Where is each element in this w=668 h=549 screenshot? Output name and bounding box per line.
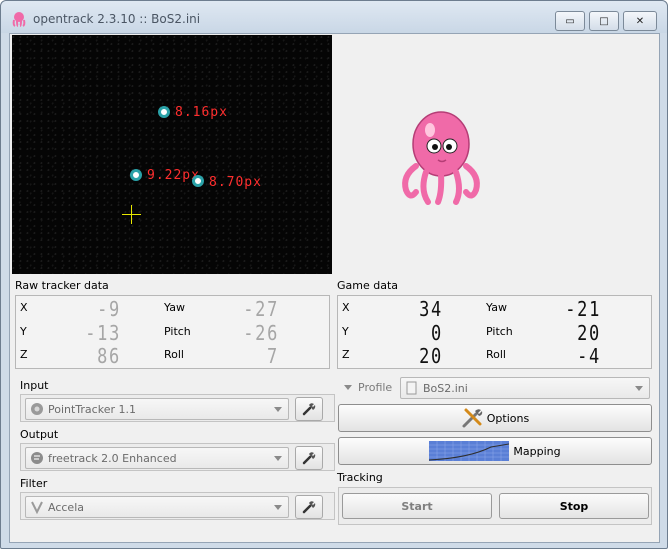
close-button[interactable]: ✕ <box>623 11 657 31</box>
close-icon: ✕ <box>635 15 645 27</box>
axis-label: Y <box>20 325 27 338</box>
axis-label: Roll <box>164 348 184 361</box>
profile-select-value: BoS2.ini <box>423 381 468 395</box>
accela-icon <box>31 501 43 514</box>
options-button[interactable]: Options <box>338 404 652 432</box>
video-noise <box>12 35 332 274</box>
chevron-down-icon <box>344 385 352 390</box>
camera-preview: 8.16px 9.22px 8.70px <box>12 35 332 274</box>
game-y-value: 0 <box>431 321 443 345</box>
minimize-button[interactable]: ▭ <box>555 11 585 31</box>
axis-label: Z <box>342 348 350 361</box>
marker-size-label: 8.70px <box>209 175 262 190</box>
title-bar[interactable]: opentrack 2.3.10 :: BoS2.ini ▭ □ ✕ <box>1 1 667 33</box>
curve-graph-icon <box>429 441 510 461</box>
document-icon <box>406 381 417 395</box>
app-window: opentrack 2.3.10 :: BoS2.ini ▭ □ ✕ 8.16p… <box>0 0 668 549</box>
game-yaw-value: -21 <box>565 297 601 321</box>
filter-settings-button[interactable] <box>295 495 323 519</box>
input-label: Input <box>20 379 49 392</box>
tracking-point-marker <box>158 106 170 118</box>
profile-label: Profile <box>358 381 393 394</box>
axis-label: Yaw <box>164 301 185 314</box>
filter-select-value: Accela <box>48 500 84 514</box>
output-label: Output <box>20 428 59 441</box>
tracking-group: Start Stop <box>338 487 652 525</box>
axis-label: Z <box>20 348 28 361</box>
output-group: freetrack 2.0 Enhanced <box>20 443 335 471</box>
input-select[interactable]: PointTracker 1.1 <box>25 398 289 420</box>
chevron-down-icon <box>274 505 282 510</box>
tracking-point-marker <box>130 169 142 181</box>
axis-label: Pitch <box>164 325 191 338</box>
wrench-icon <box>302 501 316 514</box>
raw-pitch-value: -26 <box>243 321 279 345</box>
profile-select[interactable]: BoS2.ini <box>400 377 650 399</box>
start-button[interactable]: Start <box>342 493 492 519</box>
axis-label: X <box>20 301 28 314</box>
options-label: Options <box>486 411 530 425</box>
axis-label: Y <box>342 325 349 338</box>
profile-row: Profile BoS2.ini <box>338 375 654 401</box>
raw-tracker-panel: X -9 Yaw -27 Y -13 Pitch -26 Z 86 Roll 7 <box>15 295 330 369</box>
output-select[interactable]: freetrack 2.0 Enhanced <box>25 447 289 469</box>
chevron-down-icon <box>635 386 643 391</box>
tracking-label: Tracking <box>337 471 383 484</box>
game-row-x: X 34 Yaw -21 <box>338 297 651 321</box>
start-label: Start <box>401 499 433 513</box>
octopus-pose-icon <box>402 111 480 205</box>
raw-y-value: -13 <box>85 321 121 345</box>
axis-label: Roll <box>486 348 506 361</box>
game-pitch-value: 20 <box>577 321 601 345</box>
game-z-value: 20 <box>419 344 443 368</box>
raw-row-z: Z 86 Roll 7 <box>16 344 329 368</box>
crosshair-icon <box>122 205 141 224</box>
window-title: opentrack 2.3.10 :: BoS2.ini <box>33 12 201 26</box>
mapping-label: Mapping <box>513 444 561 458</box>
game-data-title: Game data <box>337 279 399 292</box>
filter-select[interactable]: Accela <box>25 496 289 518</box>
axis-label: X <box>342 301 350 314</box>
game-row-z: Z 20 Roll -4 <box>338 344 651 368</box>
filter-group: Accela <box>20 492 335 520</box>
mapping-button[interactable]: Mapping <box>338 437 652 465</box>
chevron-down-icon <box>274 407 282 412</box>
output-settings-button[interactable] <box>295 446 323 470</box>
raw-z-value: 86 <box>97 344 121 368</box>
output-select-value: freetrack 2.0 Enhanced <box>48 451 177 465</box>
stop-label: Stop <box>559 499 589 513</box>
game-x-value: 34 <box>419 297 443 321</box>
axis-label: Yaw <box>486 301 507 314</box>
maximize-icon: □ <box>599 15 609 27</box>
octopus-app-icon <box>12 12 26 27</box>
stop-button[interactable]: Stop <box>499 493 649 519</box>
raw-x-value: -9 <box>97 297 121 321</box>
input-settings-button[interactable] <box>295 397 323 421</box>
wrench-icon <box>302 452 316 465</box>
maximize-button[interactable]: □ <box>589 11 619 31</box>
chevron-down-icon <box>274 456 282 461</box>
freetrack-icon <box>31 452 43 464</box>
game-data-panel: X 34 Yaw -21 Y 0 Pitch 20 Z 20 Roll -4 <box>337 295 652 369</box>
raw-tracker-title: Raw tracker data <box>15 279 109 292</box>
marker-size-label: 8.16px <box>175 105 228 120</box>
game-roll-value: -4 <box>577 344 601 368</box>
raw-roll-value: 7 <box>267 344 279 368</box>
filter-label: Filter <box>20 477 48 490</box>
profile-menu-button[interactable]: Profile <box>344 381 392 394</box>
game-row-y: Y 0 Pitch 20 <box>338 321 651 345</box>
minimize-icon: ▭ <box>565 15 575 27</box>
input-select-value: PointTracker 1.1 <box>48 402 136 416</box>
input-group: PointTracker 1.1 <box>20 394 335 422</box>
raw-row-x: X -9 Yaw -27 <box>16 297 329 321</box>
raw-row-y: Y -13 Pitch -26 <box>16 321 329 345</box>
axis-label: Pitch <box>486 325 513 338</box>
tools-icon <box>462 408 482 428</box>
main-panel: 8.16px 9.22px 8.70px Raw tracker data X … <box>9 33 660 543</box>
tracking-point-marker <box>192 175 204 187</box>
pointtracker-icon <box>31 403 43 415</box>
wrench-icon <box>302 403 316 416</box>
raw-yaw-value: -27 <box>243 297 279 321</box>
